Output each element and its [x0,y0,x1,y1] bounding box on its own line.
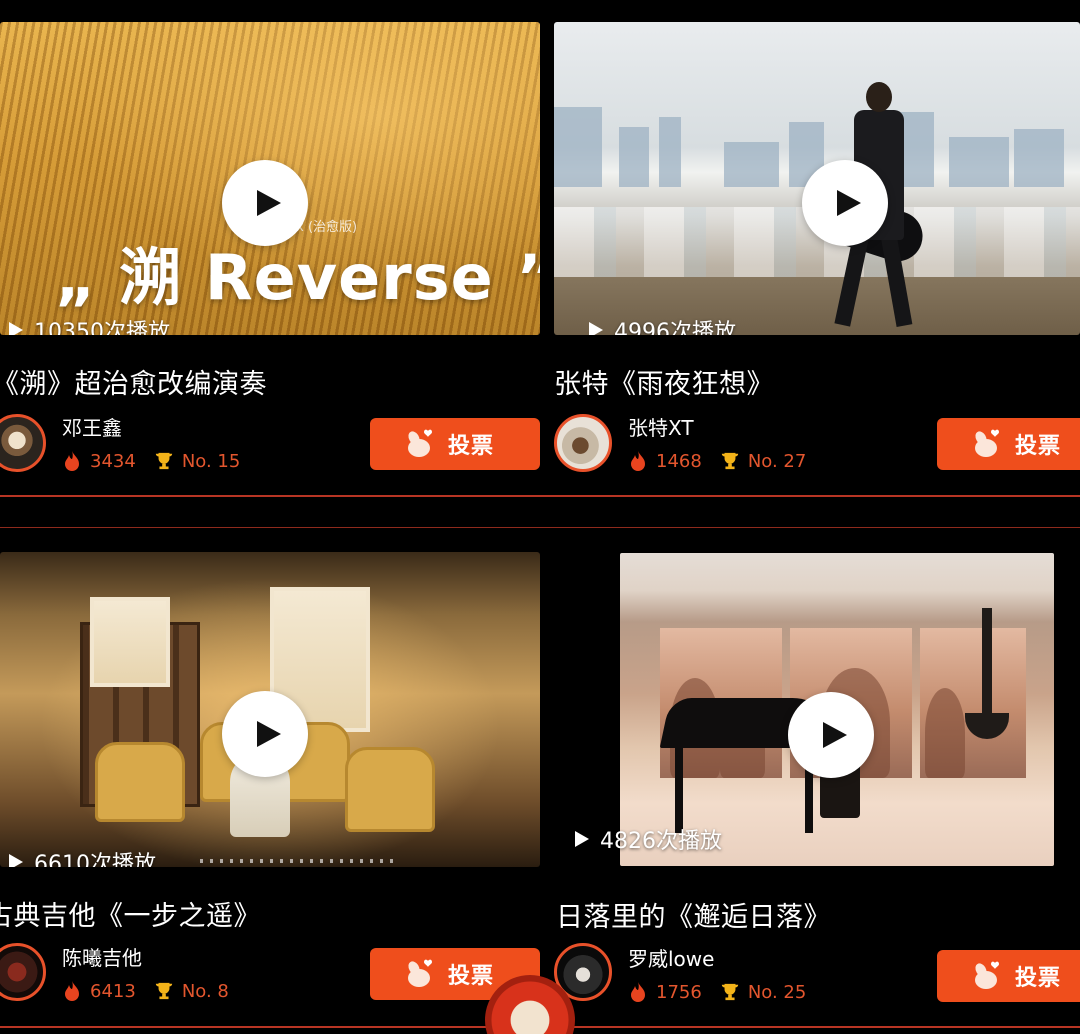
video-title[interactable]: 张特《雨夜狂想》 [554,362,774,401]
stats-row: 1756 No. 25 [628,981,806,1003]
play-icon [837,190,861,216]
stats-row: 1468 No. 27 [628,450,806,472]
video-thumbnail[interactable]: 4996次播放 [554,22,1080,335]
heat-value: 1756 [656,981,702,1003]
cover-title: „ 溯 Reverse ” [55,241,540,314]
flame-icon [631,982,645,1002]
video-card: 4996次播放 张特《雨夜狂想》 张特XT 1468 No. 27 投票 [540,0,1080,517]
play-count-text: 10350次播放 [34,320,170,335]
finger-heart-icon [975,429,999,457]
play-icon [823,722,847,748]
armchair [345,747,435,832]
play-count-icon [9,854,23,867]
video-title[interactable]: 日落里的《邂逅日落》 [556,895,831,934]
username[interactable]: 邓王鑫 [62,412,122,441]
heat-value: 1468 [656,450,702,472]
stats-row: 6413 No. 8 [62,980,229,1002]
play-count: 4826次播放 [574,823,722,855]
rank-value: No. 25 [747,981,807,1003]
heat-value: 6413 [90,980,136,1002]
vote-label: 投票 [1015,434,1062,459]
flame-icon [631,451,645,471]
play-icon [257,190,281,216]
video-thumbnail[interactable]: n by tirx (治愈版) „ 溯 Reverse ” 10350次播放 [0,22,540,335]
play-count-text: 6610次播放 [34,852,156,867]
finger-heart-icon [408,429,432,457]
vote-label: 投票 [448,434,495,459]
play-button[interactable] [788,692,874,778]
username[interactable]: 罗威lowe [628,943,714,972]
video-card: n by tirx (治愈版) „ 溯 Reverse ” 10350次播放 《… [0,0,540,517]
trophy-icon [721,452,738,470]
vote-label: 投票 [448,964,495,989]
rank-value: No. 15 [181,450,241,472]
play-count: 10350次播放 [8,314,170,335]
video-title[interactable]: 《溯》超治愈改编演奏 [0,362,267,401]
stats-row: 3434 No. 15 [62,450,240,472]
video-thumbnail[interactable] [620,553,1054,866]
glass-window [920,628,1026,778]
username[interactable]: 陈曦吉他 [62,942,142,971]
vote-button[interactable]: 投票 [937,418,1080,470]
trophy-icon [155,452,172,470]
play-count-text: 4826次播放 [600,829,722,854]
divider [540,495,1080,497]
play-button[interactable] [222,160,308,246]
armchair [95,742,185,822]
avatar[interactable] [0,943,46,1001]
play-count-icon [9,322,23,335]
trophy-icon [155,982,172,1000]
fireplace-chimney [982,608,992,718]
play-count-text: 4996次播放 [614,320,736,335]
divider [540,1026,1080,1028]
play-count: 4996次播放 [588,314,736,335]
avatar[interactable] [0,414,46,472]
rank-value: No. 27 [747,450,807,472]
avatar[interactable] [554,414,612,472]
vote-button[interactable]: 投票 [937,950,1080,1002]
rank-value: No. 8 [181,980,229,1002]
divider [0,1026,540,1028]
trophy-icon [721,983,738,1001]
video-thumbnail[interactable]: 6610次播放 [0,552,540,867]
video-card: 4826次播放 日落里的《邂逅日落》 罗威lowe 1756 No. 25 投票 [540,528,1080,1034]
play-button[interactable] [802,160,888,246]
play-count-icon [575,831,589,847]
finger-heart-icon [975,961,999,989]
flame-icon [65,451,79,471]
play-count-icon [589,322,603,335]
divider [0,495,540,497]
username[interactable]: 张特XT [628,412,694,441]
progress-dots [200,859,400,863]
vote-label: 投票 [1015,966,1062,991]
play-button[interactable] [222,691,308,777]
finger-heart-icon [408,959,432,987]
flame-icon [65,981,79,1001]
vote-button[interactable]: 投票 [370,418,540,470]
video-title[interactable]: 古典吉他《一步之遥》 [0,894,261,933]
heat-value: 3434 [90,450,136,472]
video-card: 6610次播放 古典吉他《一步之遥》 陈曦吉他 6413 No. 8 投票 [0,528,540,1034]
window [90,597,170,687]
play-icon [257,721,281,747]
play-count: 6610次播放 [8,846,156,867]
